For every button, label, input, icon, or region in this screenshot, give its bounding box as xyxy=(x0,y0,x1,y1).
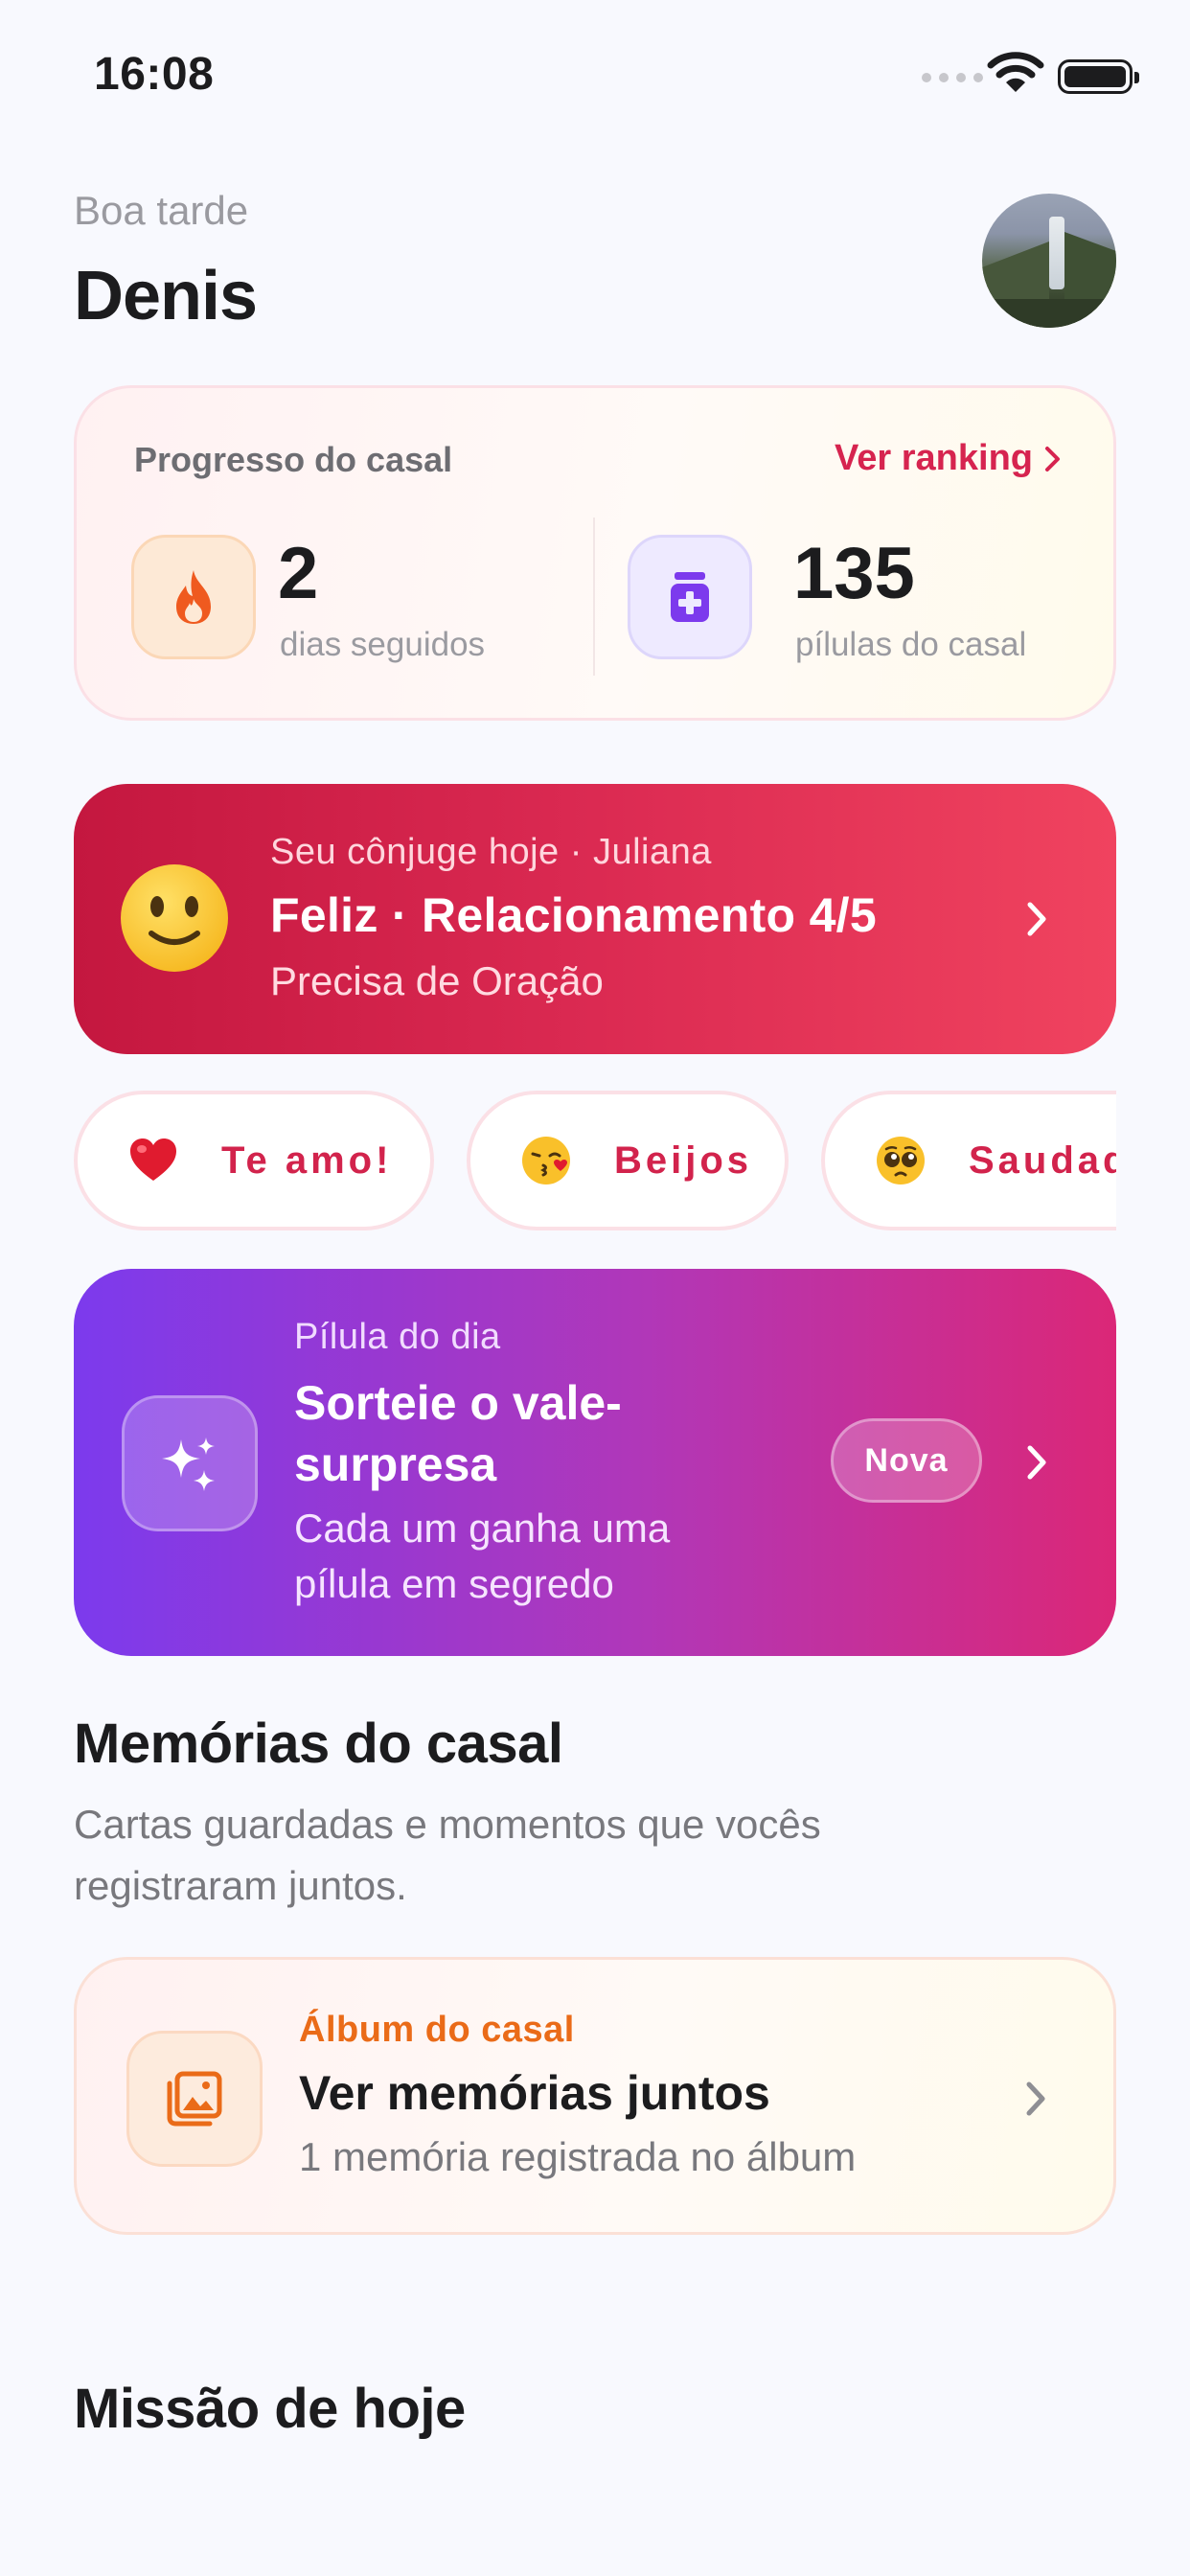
new-badge: Nova xyxy=(831,1418,982,1503)
heart-icon xyxy=(130,1138,176,1181)
album-description: 1 memória registrada no álbum xyxy=(299,2134,857,2179)
sparkles-icon xyxy=(162,1438,215,1491)
mission-section-title: Missão de hoje xyxy=(74,2378,466,2440)
chip-label: Te amo! xyxy=(221,1138,393,1182)
kiss-face-icon xyxy=(522,1137,570,1184)
daily-pill-title: Sorteie o vale-surpresa xyxy=(294,1376,622,1491)
sparkles-icon-box xyxy=(122,1395,258,1531)
couple-album-card[interactable]: Álbum do casal Ver memórias juntos 1 mem… xyxy=(74,1957,1116,2235)
chip-label: Beijos xyxy=(614,1138,753,1182)
memories-section-title: Memórias do casal xyxy=(74,1713,563,1775)
photo-album-icon xyxy=(167,2071,222,2127)
album-icon-box xyxy=(126,2031,263,2167)
memories-section-description: Cartas guardadas e momentos que vocês re… xyxy=(74,1802,821,1908)
daily-pill-subtitle: Pílula do dia xyxy=(294,1317,501,1357)
quick-message-chip[interactable]: Saudades xyxy=(821,1091,1116,1230)
chip-label: Saudades xyxy=(969,1138,1116,1182)
album-subtitle: Álbum do casal xyxy=(299,2010,575,2050)
quick-message-chip[interactable]: Te amo! xyxy=(74,1091,434,1230)
daily-pill-card[interactable]: Pílula do dia Sorteie o vale-surpresa Ca… xyxy=(74,1269,1116,1656)
daily-pill-description: Cada um ganha uma pílula em segredo xyxy=(294,1506,671,1606)
chevron-right-icon xyxy=(1027,1445,1046,1480)
quick-message-chip[interactable]: Beijos xyxy=(467,1091,789,1230)
pleading-face-icon xyxy=(877,1137,925,1184)
album-title: Ver memórias juntos xyxy=(299,2066,770,2120)
chevron-right-icon xyxy=(1026,2082,1045,2116)
